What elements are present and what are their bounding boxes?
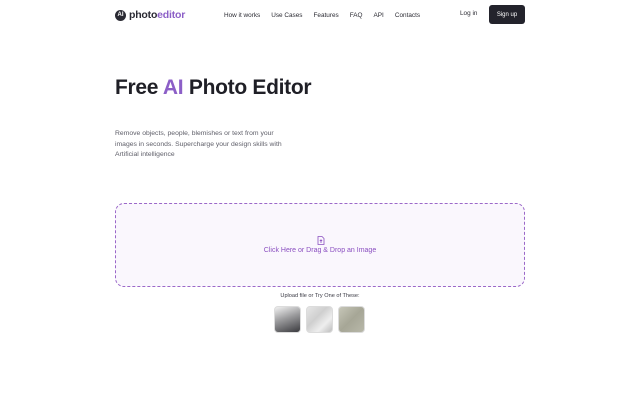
nav-how-it-works[interactable]: How it works xyxy=(224,12,260,19)
hero-subtitle: Remove objects, people, blemishes or tex… xyxy=(115,130,282,158)
login-link[interactable]: Log in xyxy=(460,10,477,17)
nav-contacts[interactable]: Contacts xyxy=(395,12,420,19)
image-dropzone[interactable]: Click Here or Drag & Drop an Image xyxy=(115,203,525,287)
logo-text: photoeditor xyxy=(129,9,185,21)
sample-image-2[interactable] xyxy=(306,306,333,333)
hero-title-prefix: Free xyxy=(115,76,163,99)
sample-image-1[interactable] xyxy=(274,306,301,333)
sample-images-label: Upload file or Try One of These: xyxy=(280,293,360,299)
main-nav: How it works Use Cases Features FAQ API … xyxy=(224,10,431,20)
hero-title: Free AI Photo Editor xyxy=(115,76,375,100)
signup-button[interactable]: Sign up xyxy=(489,5,525,24)
hero-title-suffix: Photo Editor xyxy=(183,76,312,99)
top-navbar: AI photoeditor How it works Use Cases Fe… xyxy=(0,0,640,30)
nav-api[interactable]: API xyxy=(374,12,384,19)
logo-brand: photo xyxy=(129,9,158,21)
logo[interactable]: AI photoeditor xyxy=(115,8,185,22)
nav-features[interactable]: Features xyxy=(314,12,339,19)
upload-file-icon xyxy=(317,236,325,245)
nav-faq[interactable]: FAQ xyxy=(350,12,363,19)
nav-use-cases[interactable]: Use Cases xyxy=(271,12,302,19)
logo-badge-icon: AI xyxy=(115,9,126,21)
hero-title-accent: AI xyxy=(162,76,184,99)
sample-image-3[interactable] xyxy=(338,306,365,333)
dropzone-label: Click Here or Drag & Drop an Image xyxy=(263,247,377,254)
sample-images xyxy=(274,306,370,333)
logo-brand-accent: editor xyxy=(157,9,186,21)
